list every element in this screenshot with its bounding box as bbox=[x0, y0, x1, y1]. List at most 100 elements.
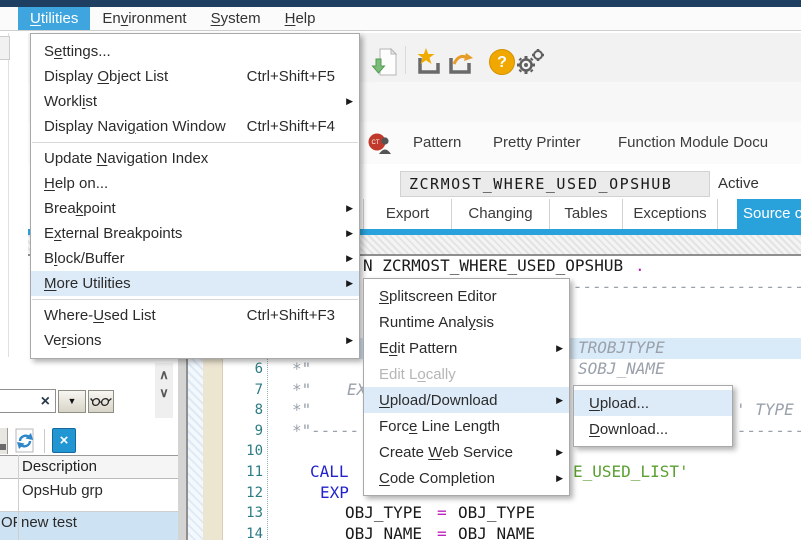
scrollbar[interactable]: ∧ ∨ bbox=[155, 363, 173, 418]
utilities-menu: Settings... Display Object List Ctrl+Shift… bbox=[30, 33, 360, 359]
display-glasses-button[interactable] bbox=[88, 390, 114, 413]
menubar-item-system[interactable]: System bbox=[199, 7, 273, 30]
code-fragment: = bbox=[437, 503, 447, 524]
menubar-item-environment[interactable]: Environment bbox=[90, 7, 198, 30]
code-line-13[interactable]: 13OBJ_TYPE=OBJ_TYPE bbox=[188, 503, 801, 524]
menu-item-help-on[interactable]: Help on... bbox=[31, 171, 359, 196]
table-row[interactable]: OpsHub grp bbox=[0, 479, 178, 512]
clear-icon[interactable]: × bbox=[41, 391, 50, 412]
menubar-item-utilities[interactable]: Utilities bbox=[18, 7, 90, 30]
function-module-docu-button[interactable]: Function Module Docu bbox=[618, 122, 768, 164]
code-fragment: ------------------------ bbox=[573, 277, 801, 298]
line-number: 11 bbox=[232, 462, 263, 483]
search-input[interactable]: × bbox=[0, 389, 56, 413]
menubar-item-help[interactable]: Help bbox=[273, 7, 328, 30]
code-fragment: OBJ_TYPE bbox=[345, 503, 422, 524]
menu-item-label: Settings... bbox=[44, 43, 111, 60]
submenu-arrow-icon: ▶ bbox=[341, 96, 353, 107]
tab-exceptions[interactable]: Exceptions bbox=[623, 199, 718, 229]
line-number: 13 bbox=[232, 503, 263, 524]
code-fragment: ' TYPE bbox=[736, 400, 794, 421]
svg-text:CT: CT bbox=[372, 140, 380, 146]
menu-item-worklist[interactable]: Worklist▶ bbox=[31, 89, 359, 114]
customize-layout-icon[interactable] bbox=[516, 46, 546, 78]
chevron-down-icon[interactable]: ∨ bbox=[155, 386, 173, 399]
help-icon[interactable]: ? bbox=[489, 49, 515, 75]
tab-changing[interactable]: Changing bbox=[452, 199, 550, 229]
tab-source-code[interactable]: Source code bbox=[737, 199, 801, 229]
menu-item-code-completion[interactable]: Code Completion▶ bbox=[364, 465, 569, 491]
line-number: 7 bbox=[232, 380, 263, 401]
menu-item-label: More Utilities bbox=[44, 275, 131, 292]
code-fragment: OBJ_NAME bbox=[458, 524, 535, 540]
menu-item-label: Block/Buffer bbox=[44, 250, 125, 267]
menu-item-label: Versions bbox=[44, 332, 102, 349]
clipped-button-fragment bbox=[0, 428, 8, 454]
chevron-down-icon: ▼ bbox=[68, 396, 77, 406]
function-module-name-field[interactable]: ZCRMOST_WHERE_USED_OPSHUB bbox=[400, 171, 710, 197]
menu-item-settings[interactable]: Settings... bbox=[31, 39, 359, 64]
menu-item-runtime-analysis[interactable]: Runtime Analysis bbox=[364, 309, 569, 335]
refresh-button[interactable] bbox=[12, 427, 38, 454]
session-redo-icon[interactable] bbox=[445, 46, 475, 78]
table-row-selected[interactable]: OPSI new test bbox=[0, 512, 178, 540]
menu-item-display-navigation-window[interactable]: Display Navigation WindowCtrl+Shift+F4 bbox=[31, 114, 359, 139]
menu-item-more-utilities[interactable]: More Utilities ▶ bbox=[31, 271, 359, 296]
menu-item-download[interactable]: Download... bbox=[574, 416, 732, 442]
close-filter-button[interactable]: × bbox=[52, 428, 76, 453]
code-fragment: *"----- bbox=[292, 421, 359, 442]
pattern-button[interactable]: Pattern bbox=[413, 122, 461, 164]
submenu-arrow-icon: ▶ bbox=[551, 343, 563, 354]
result-table: Description OpsHub grp OPSI new test bbox=[0, 455, 178, 540]
menu-item-force-line-length[interactable]: Force Line Length bbox=[364, 413, 569, 439]
menu-item-where-used-list[interactable]: Where-Used ListCtrl+Shift+F3 bbox=[31, 303, 359, 328]
menu-item-update-navigation-index[interactable]: Update Navigation Index bbox=[31, 146, 359, 171]
menu-item-versions[interactable]: Versions▶ bbox=[31, 328, 359, 353]
more-utilities-submenu: Splitscreen EditorRuntime AnalysisEdit P… bbox=[363, 278, 570, 496]
line-number: 6 bbox=[232, 359, 263, 380]
code-fragment: TROBJTYPE bbox=[578, 338, 665, 359]
submenu-arrow-icon: ▶ bbox=[551, 395, 563, 406]
code-fragment: EXP bbox=[320, 483, 349, 504]
code-fragment: *" bbox=[292, 400, 311, 421]
document-download-icon[interactable] bbox=[370, 46, 400, 78]
menu-item-label: Update Navigation Index bbox=[44, 150, 208, 167]
submenu-arrow-icon: ▶ bbox=[341, 228, 353, 239]
refresh-icon bbox=[12, 427, 38, 454]
toolbar-user-icon[interactable]: CT bbox=[368, 131, 392, 155]
description-column-header[interactable]: Description bbox=[0, 455, 178, 479]
submenu-arrow-icon: ▶ bbox=[551, 447, 563, 458]
sap-gui-window: UtilitiesEnvironmentSystemHelp ? bbox=[0, 0, 801, 540]
line-number: 12 bbox=[232, 483, 263, 504]
menu-item-edit-locally[interactable]: Edit Locally bbox=[364, 361, 569, 387]
pretty-printer-button[interactable]: Pretty Printer bbox=[493, 122, 581, 164]
menu-bar: UtilitiesEnvironmentSystemHelp bbox=[0, 7, 801, 31]
menu-item-create-web-service[interactable]: Create Web Service▶ bbox=[364, 439, 569, 465]
menu-item-upload-download[interactable]: Upload/Download▶ bbox=[364, 387, 569, 413]
menu-separator bbox=[32, 299, 358, 300]
menu-item-splitscreen-editor[interactable]: Splitscreen Editor bbox=[364, 283, 569, 309]
menu-item-display-object-list[interactable]: Display Object List Ctrl+Shift+F5 bbox=[31, 64, 359, 89]
menu-item-label: Force Line Length bbox=[379, 418, 500, 435]
menu-item-external-breakpoints[interactable]: External Breakpoints▶ bbox=[31, 221, 359, 246]
menu-item-upload[interactable]: Upload... bbox=[574, 390, 732, 416]
menu-item-shortcut: Ctrl+Shift+F5 bbox=[247, 68, 341, 85]
dropdown-button[interactable]: ▼ bbox=[58, 390, 86, 413]
toolbar-separator bbox=[44, 429, 45, 453]
toolbar-separator bbox=[405, 46, 406, 74]
menu-item-label: Code Completion bbox=[379, 470, 495, 487]
tab-export[interactable]: Export bbox=[363, 199, 452, 229]
favorites-shortcut-icon[interactable] bbox=[414, 46, 444, 78]
menu-item-edit-pattern[interactable]: Edit Pattern▶ bbox=[364, 335, 569, 361]
menu-item-block-buffer[interactable]: Block/Buffer▶ bbox=[31, 246, 359, 271]
menu-item-breakpoint[interactable]: Breakpoint▶ bbox=[31, 196, 359, 221]
submenu-arrow-icon: ▶ bbox=[341, 278, 353, 289]
code-fragment: = bbox=[437, 524, 447, 540]
menu-item-label: Display Object List bbox=[44, 68, 168, 85]
menu-item-label: Display Navigation Window bbox=[44, 118, 226, 135]
status-active: Active bbox=[718, 171, 759, 197]
tab-tables[interactable]: Tables bbox=[550, 199, 623, 229]
chevron-up-icon[interactable]: ∧ bbox=[155, 368, 173, 381]
repository-panel: × ▼ ∧ ∨ × Description OpsHub grp OPSI ne… bbox=[0, 357, 178, 540]
code-line-14[interactable]: 14OBJ_NAME=OBJ_NAME bbox=[188, 524, 801, 540]
